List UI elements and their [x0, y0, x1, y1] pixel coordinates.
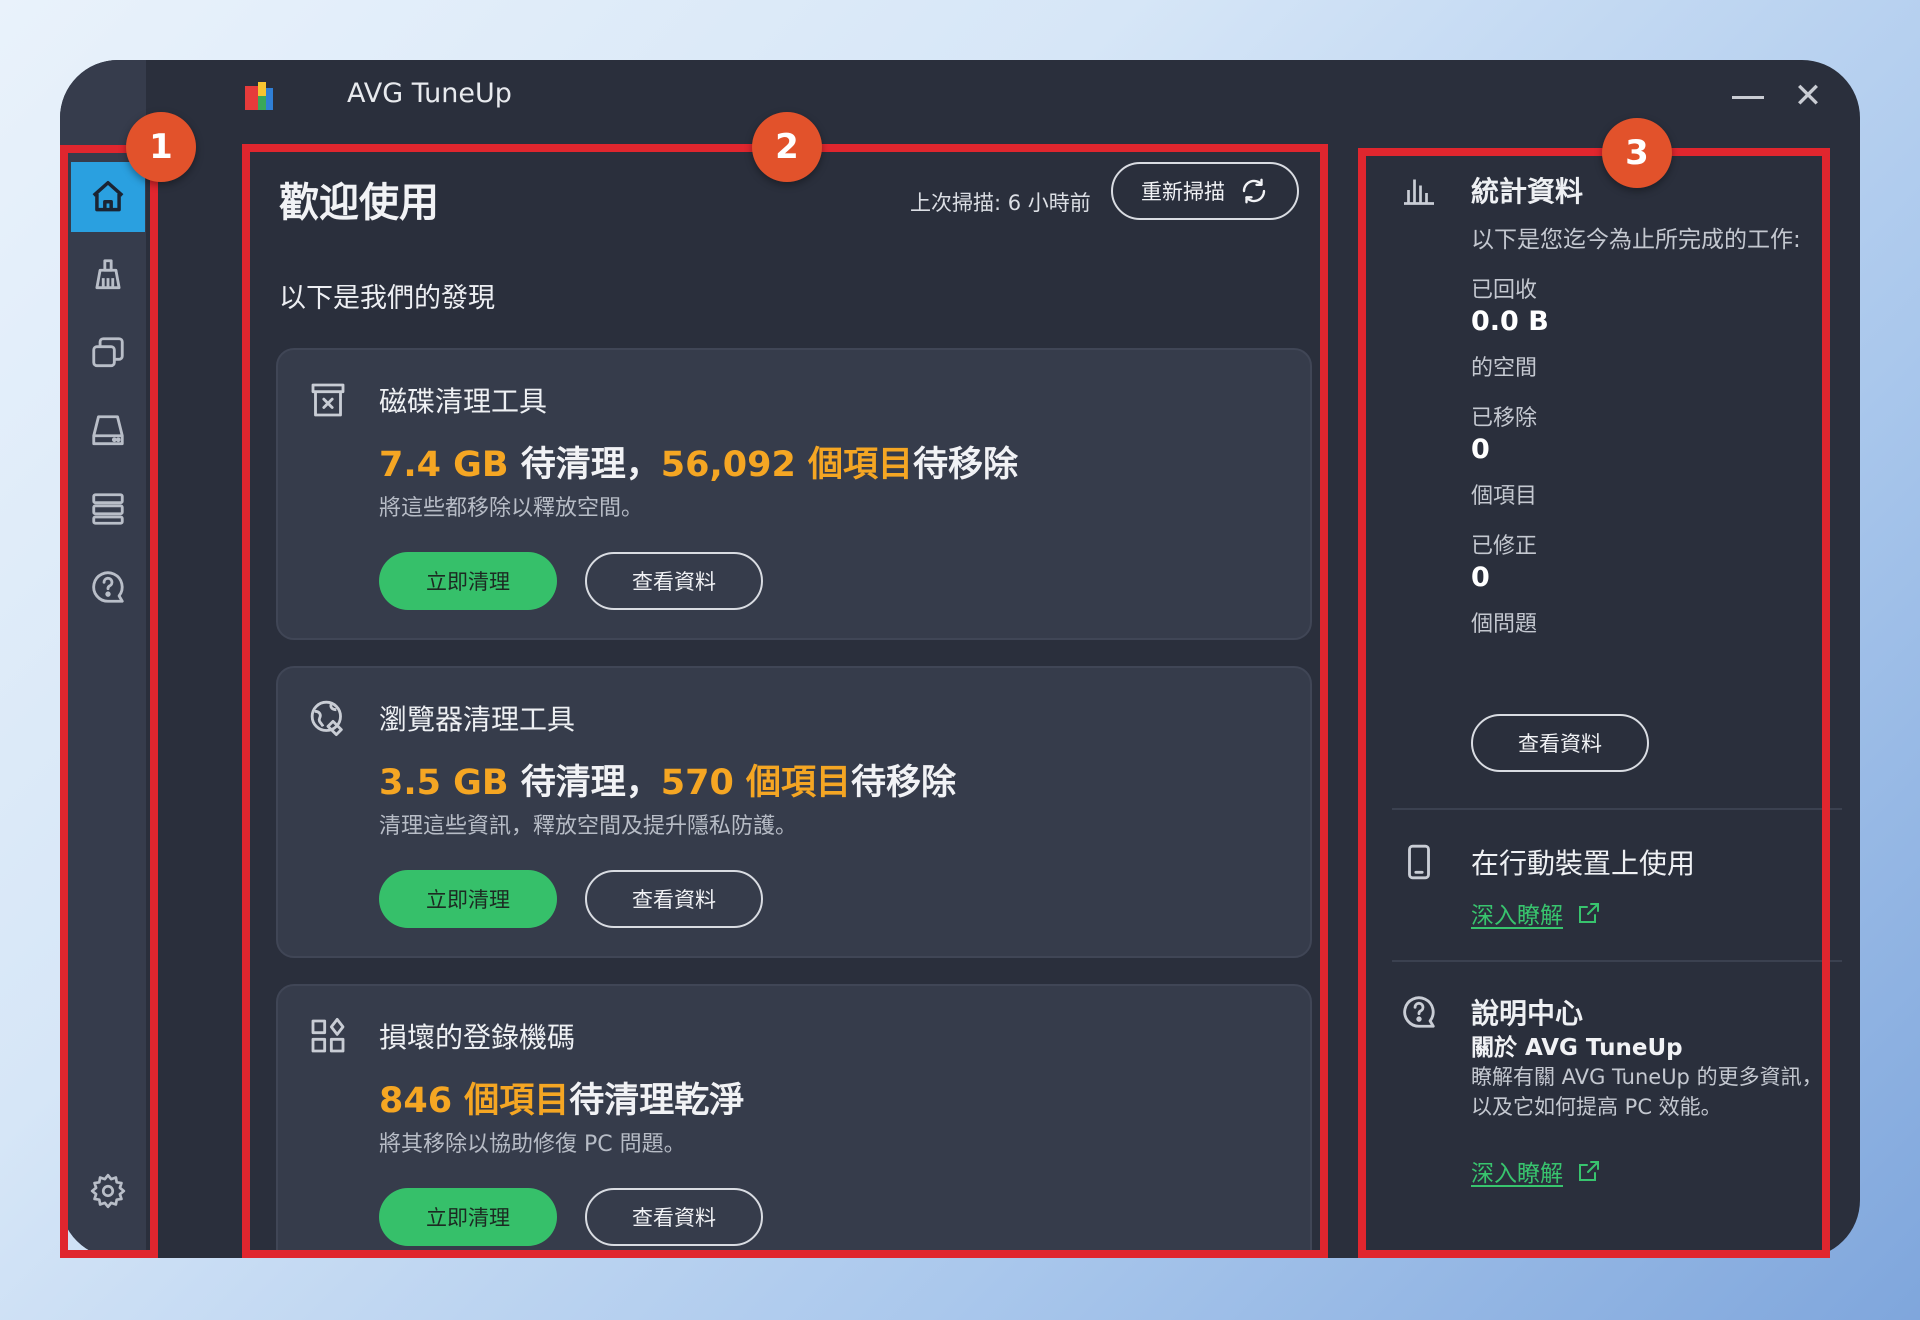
close-button[interactable]: ✕	[1790, 78, 1826, 114]
highlight-frame-sidebar	[60, 145, 158, 1258]
avg-logo-icon	[245, 82, 273, 110]
highlight-frame-stats	[1358, 148, 1830, 1258]
annotation-badge-1: 1	[126, 112, 196, 182]
minimize-button[interactable]	[1732, 96, 1764, 99]
highlight-frame-main	[242, 144, 1328, 1258]
annotation-badge-3: 3	[1602, 118, 1672, 188]
app-title: AVG TuneUp	[347, 78, 512, 109]
annotation-badge-2: 2	[752, 112, 822, 182]
title-bar: AVG TuneUp ✕	[146, 60, 1860, 136]
